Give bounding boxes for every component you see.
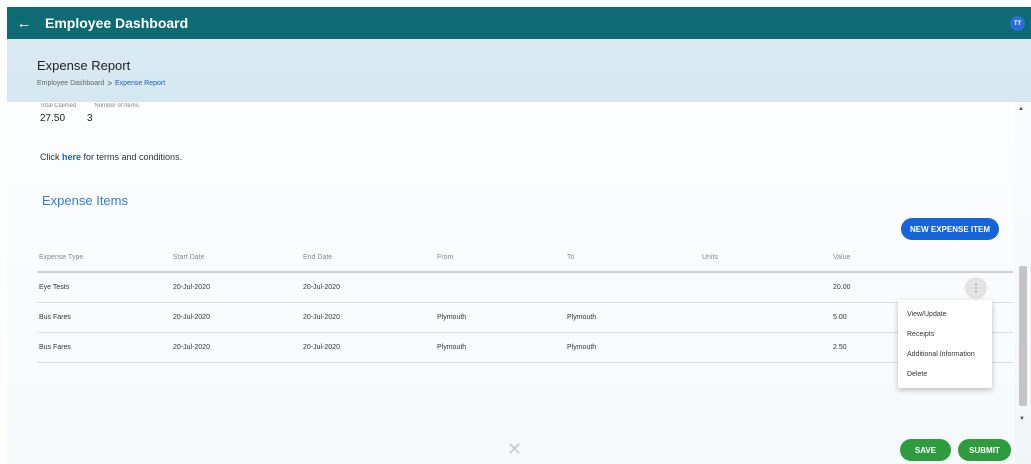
- cell-start-date: 20-Jul-2020: [173, 314, 210, 321]
- cell-expense-type: Bus Fares: [39, 344, 71, 351]
- column-header-to: To: [567, 254, 575, 261]
- menu-item-receipts[interactable]: Receipts: [898, 324, 992, 344]
- menu-item-delete[interactable]: Delete: [898, 364, 992, 384]
- column-header-end-date: End Date: [303, 254, 333, 261]
- user-avatar[interactable]: TT: [1010, 16, 1025, 31]
- expense-items-table: Expense Type Start Date End Date From To…: [37, 244, 1013, 363]
- cell-from: Plymouth: [437, 344, 467, 351]
- page-header: Expense Report Employee Dashboard > Expe…: [37, 58, 165, 88]
- breadcrumb-parent[interactable]: Employee Dashboard: [37, 80, 104, 87]
- row-actions-kebab-icon[interactable]: ⋮: [965, 277, 987, 299]
- cell-to: Plymouth: [567, 344, 597, 351]
- back-arrow-icon[interactable]: ←: [7, 15, 41, 32]
- cell-end-date: 20-Jul-2020: [303, 344, 340, 351]
- cell-value: 20.00: [833, 284, 851, 291]
- menu-item-view-update[interactable]: View/Update: [898, 304, 992, 324]
- new-expense-item-button[interactable]: NEW EXPENSE ITEM: [901, 218, 999, 240]
- cell-expense-type: Bus Fares: [39, 314, 71, 321]
- menu-item-additional-information[interactable]: Additional Information: [898, 344, 992, 364]
- cell-start-date: 20-Jul-2020: [173, 284, 210, 291]
- table-row[interactable]: Bus Fares 20-Jul-2020 20-Jul-2020 Plymou…: [37, 333, 1013, 363]
- window-left-edge: [0, 0, 7, 464]
- terms-link[interactable]: here: [62, 152, 81, 162]
- table-row[interactable]: Eye Tests 20-Jul-2020 20-Jul-2020 20.00 …: [37, 273, 1013, 303]
- cell-end-date: 20-Jul-2020: [303, 284, 340, 291]
- row-actions-menu: View/Update Receipts Additional Informat…: [898, 300, 992, 388]
- number-of-items-value: 3: [87, 113, 93, 124]
- breadcrumb: Employee Dashboard > Expense Report: [37, 79, 165, 88]
- cell-value: 5.00: [833, 314, 847, 321]
- table-row[interactable]: Bus Fares 20-Jul-2020 20-Jul-2020 Plymou…: [37, 303, 1013, 333]
- watermark-logo-icon: ✕: [507, 439, 523, 459]
- terms-text: Click here for terms and conditions.: [40, 152, 182, 162]
- totals: 27.50 3: [40, 113, 93, 124]
- total-claimed-value: 27.50: [40, 113, 66, 124]
- scroll-down-arrow-icon[interactable]: ▼: [1019, 416, 1025, 422]
- number-of-items-label: Number of Items: [94, 103, 139, 107]
- breadcrumb-current: Expense Report: [115, 80, 166, 87]
- scroll-up-arrow-icon[interactable]: ▲: [1018, 106, 1024, 112]
- cell-from: Plymouth: [437, 314, 467, 321]
- window-top-edge: [0, 0, 1031, 7]
- app-topbar: ← Employee Dashboard TT: [7, 7, 1031, 39]
- page-title: Expense Report: [37, 58, 131, 73]
- terms-prefix: Click: [40, 152, 62, 162]
- column-header-units: Units: [702, 254, 718, 261]
- table-header-row: Expense Type Start Date End Date From To…: [37, 244, 1013, 273]
- cell-value: 2.50: [833, 344, 847, 351]
- vertical-scrollbar[interactable]: ▲ ▼: [1015, 102, 1031, 464]
- submit-button[interactable]: SUBMIT: [958, 439, 1011, 461]
- scrollbar-thumb[interactable]: [1019, 266, 1027, 406]
- cell-end-date: 20-Jul-2020: [303, 314, 340, 321]
- column-header-expense-type: Expense Type: [39, 254, 84, 261]
- total-claimed-label: Total Claimed: [40, 103, 77, 107]
- terms-suffix: for terms and conditions.: [81, 152, 183, 162]
- column-header-from: From: [437, 254, 454, 261]
- totals-labels: Total Claimed Number of Items: [40, 103, 139, 107]
- breadcrumb-separator: >: [107, 79, 112, 88]
- expense-report-card: Total Claimed Number of Items 27.50 3 Cl…: [7, 102, 1015, 464]
- column-header-start-date: Start Date: [173, 254, 205, 261]
- cell-start-date: 20-Jul-2020: [173, 344, 210, 351]
- cell-to: Plymouth: [567, 314, 597, 321]
- app-title: Employee Dashboard: [45, 15, 189, 31]
- column-header-value: Value: [833, 254, 851, 261]
- save-button[interactable]: SAVE: [900, 439, 951, 461]
- cell-expense-type: Eye Tests: [39, 284, 70, 291]
- expense-items-title: Expense Items: [42, 193, 128, 208]
